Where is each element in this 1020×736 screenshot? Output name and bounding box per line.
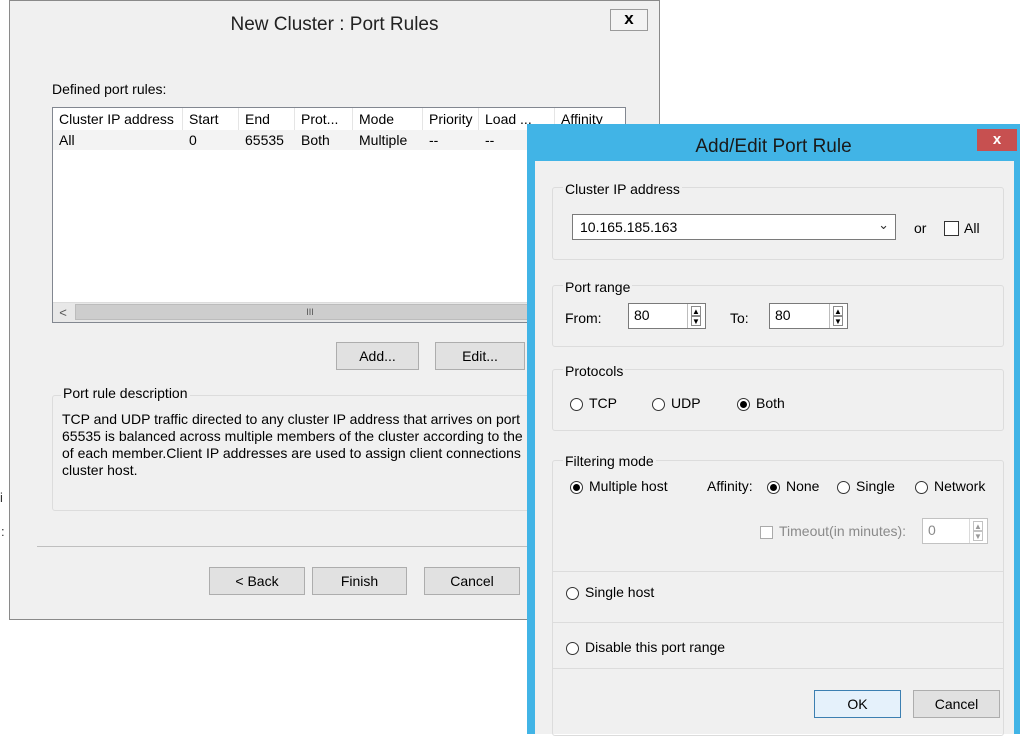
background-glyph: i xyxy=(0,490,3,505)
all-label: All xyxy=(964,220,980,236)
close-icon: x xyxy=(992,131,1002,148)
udp-radio[interactable] xyxy=(652,398,665,411)
back-button[interactable]: < Back xyxy=(209,567,305,595)
description-text-line: cluster host. xyxy=(62,462,138,478)
column-header[interactable]: Prot... xyxy=(295,108,353,130)
cluster-ip-value: 10.165.185.163 xyxy=(580,219,678,235)
column-header[interactable]: Start xyxy=(183,108,239,130)
affinity-none-radio[interactable] xyxy=(767,481,780,494)
tcp-radio[interactable] xyxy=(570,398,583,411)
description-text-line: 65535 is balanced across multiple member… xyxy=(62,428,523,444)
divider xyxy=(553,571,1003,572)
timeout-checkbox[interactable] xyxy=(760,526,773,539)
affinity-single-label: Single xyxy=(856,478,895,494)
dialog-client-area: Cluster IP address 10.165.185.163 ⌄ or A… xyxy=(535,161,1014,736)
window-title: New Cluster : Port Rules xyxy=(230,14,439,35)
table-cell: 0 xyxy=(189,132,197,148)
column-header[interactable]: Priority xyxy=(423,108,479,130)
tcp-label: TCP xyxy=(589,395,617,411)
dialog-cancel-button[interactable]: Cancel xyxy=(913,690,1000,718)
finish-button[interactable]: Finish xyxy=(312,567,407,595)
table-cell: Both xyxy=(301,132,330,148)
edit-button[interactable]: Edit... xyxy=(435,342,525,370)
to-label: To: xyxy=(730,310,749,326)
affinity-network-radio[interactable] xyxy=(915,481,928,494)
column-header[interactable]: Cluster IP address xyxy=(53,108,183,130)
dialog-title: Add/Edit Port Rule xyxy=(695,136,852,157)
spin-up-icon[interactable]: ▲ xyxy=(833,306,843,316)
protocols-title: Protocols xyxy=(563,363,626,379)
table-cell: -- xyxy=(429,132,439,148)
port-range-title: Port range xyxy=(563,279,633,295)
ok-button[interactable]: OK xyxy=(814,690,901,718)
to-port-value: 80 xyxy=(775,307,791,323)
spin-down-icon[interactable]: ▼ xyxy=(833,316,843,326)
description-text-line: of each member.Client IP addresses are u… xyxy=(62,445,521,461)
single-host-radio[interactable] xyxy=(566,587,579,600)
filtering-mode-title: Filtering mode xyxy=(563,453,656,469)
multiple-host-radio[interactable] xyxy=(570,481,583,494)
add-button[interactable]: Add... xyxy=(336,342,419,370)
defined-rules-label: Defined port rules: xyxy=(52,81,167,97)
cluster-ip-combobox[interactable]: 10.165.185.163 ⌄ xyxy=(572,214,896,240)
timeout-value: 0 xyxy=(928,522,936,538)
all-checkbox[interactable] xyxy=(944,221,959,236)
from-port-stepper[interactable]: 80 ▲ ▼ xyxy=(628,303,706,329)
single-host-label: Single host xyxy=(585,584,655,600)
disable-port-range-label: Disable this port range xyxy=(585,639,726,655)
divider xyxy=(553,622,1003,623)
affinity-label: Affinity: xyxy=(707,478,753,494)
cluster-ip-title: Cluster IP address xyxy=(563,181,682,197)
scroll-grip-icon: III xyxy=(306,307,314,317)
add-edit-port-rule-dialog: Add/Edit Port Rule x Cluster IP address … xyxy=(527,124,1020,736)
divider xyxy=(553,668,1003,669)
multiple-host-label: Multiple host xyxy=(589,478,668,494)
table-cell: 65535 xyxy=(245,132,284,148)
scroll-left-button[interactable]: < xyxy=(53,303,73,322)
spin-up-icon[interactable]: ▲ xyxy=(691,306,701,316)
chevron-left-icon: < xyxy=(59,305,67,320)
title-bar: New Cluster : Port Rules x xyxy=(10,1,659,43)
port-rule-description-title: Port rule description xyxy=(61,385,190,401)
udp-label: UDP xyxy=(671,395,701,411)
affinity-none-label: None xyxy=(786,478,820,494)
description-text-line: TCP and UDP traffic directed to any clus… xyxy=(62,411,521,427)
background-glyph: : xyxy=(1,524,5,539)
or-label: or xyxy=(914,220,927,236)
affinity-network-label: Network xyxy=(934,478,986,494)
affinity-single-radio[interactable] xyxy=(837,481,850,494)
close-button[interactable]: x xyxy=(610,9,648,31)
dialog-close-button[interactable]: x xyxy=(977,129,1017,151)
table-cell: Multiple xyxy=(359,132,408,148)
to-port-stepper[interactable]: 80 ▲ ▼ xyxy=(769,303,848,329)
spin-down-icon[interactable]: ▼ xyxy=(973,531,983,541)
from-port-value: 80 xyxy=(634,307,650,323)
chevron-down-icon: ⌄ xyxy=(878,217,889,232)
both-radio[interactable] xyxy=(737,398,750,411)
spin-down-icon[interactable]: ▼ xyxy=(691,316,701,326)
cancel-button[interactable]: Cancel xyxy=(424,567,520,595)
column-header[interactable]: Mode xyxy=(353,108,423,130)
timeout-stepper[interactable]: 0 ▲ ▼ xyxy=(922,518,988,544)
close-icon: x xyxy=(624,9,634,28)
both-label: Both xyxy=(756,395,785,411)
spin-up-icon[interactable]: ▲ xyxy=(973,521,983,531)
column-header[interactable]: End xyxy=(239,108,295,130)
from-label: From: xyxy=(565,310,602,326)
table-cell: All xyxy=(59,132,75,148)
scroll-thumb[interactable]: III xyxy=(75,304,545,320)
timeout-label: Timeout(in minutes): xyxy=(779,523,907,539)
disable-port-range-radio[interactable] xyxy=(566,642,579,655)
